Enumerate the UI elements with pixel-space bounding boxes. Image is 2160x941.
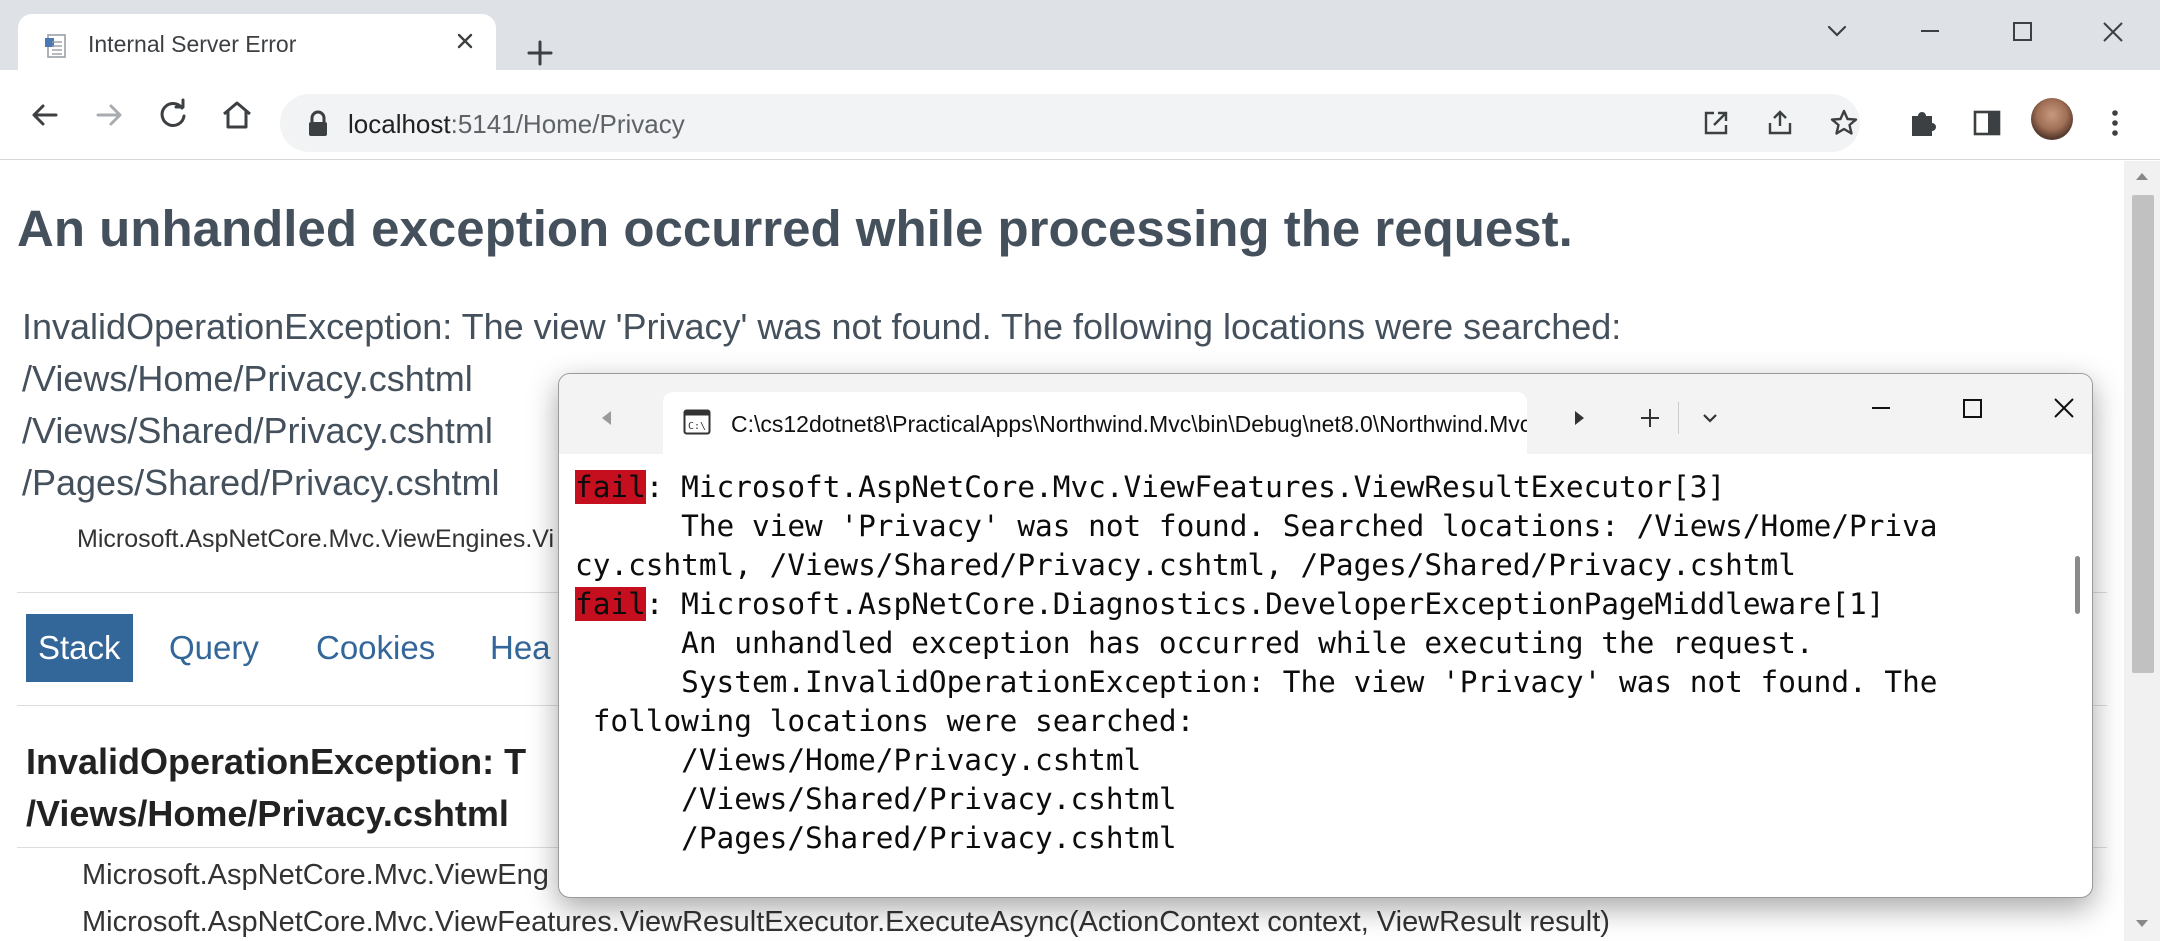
- terminal-icon: C:\: [683, 409, 711, 435]
- terminal-line-text: System.InvalidOperationException: The vi…: [575, 665, 1938, 699]
- reload-icon[interactable]: [152, 94, 194, 136]
- tab-headers[interactable]: Hea: [478, 614, 563, 682]
- terminal-line: fail: Microsoft.AspNetCore.Diagnostics.D…: [575, 585, 1938, 624]
- exception-header[interactable]: InvalidOperationException: T /Views/Home…: [26, 736, 526, 840]
- terminal-line: The view 'Privacy' was not found. Search…: [575, 507, 1938, 546]
- terminal-dropdown-icon[interactable]: [1690, 398, 1730, 438]
- forward-icon[interactable]: [88, 94, 130, 136]
- maximize-icon[interactable]: [1998, 14, 2046, 50]
- page-scrollbar[interactable]: [2124, 161, 2160, 941]
- terminal-line: following locations were searched:: [575, 702, 1938, 741]
- page-icon: [45, 34, 66, 58]
- new-terminal-tab-icon[interactable]: [1630, 398, 1670, 438]
- terminal-line: System.InvalidOperationException: The vi…: [575, 663, 1938, 702]
- terminal-line-text: cy.cshtml, /Views/Shared/Privacy.cshtml,…: [575, 548, 1796, 582]
- tab-cookies[interactable]: Cookies: [304, 614, 447, 682]
- tab-search-icon[interactable]: [1813, 14, 1861, 50]
- scroll-down-icon[interactable]: [2135, 919, 2149, 929]
- terminal-titlebar[interactable]: C:\ C:\cs12dotnet8\PracticalApps\Northwi…: [559, 374, 2092, 454]
- address-toolbar: localhost:5141/Home/Privacy: [0, 70, 2160, 160]
- new-tab-icon[interactable]: [521, 34, 559, 72]
- error-source: Microsoft.AspNetCore.Mvc.ViewEngines.Vi: [77, 525, 555, 553]
- profile-avatar[interactable]: [2031, 98, 2073, 140]
- log-level-badge: fail: [575, 587, 646, 621]
- terminal-line-text: /Views/Shared/Privacy.cshtml: [575, 782, 1177, 816]
- url-path: :5141/Home/Privacy: [450, 109, 685, 139]
- lock-icon[interactable]: [306, 110, 330, 138]
- error-message-line: InvalidOperationException: The view 'Pri…: [22, 306, 1622, 347]
- address-bar[interactable]: localhost:5141/Home/Privacy: [280, 94, 1860, 152]
- home-icon[interactable]: [216, 94, 258, 136]
- scroll-up-icon[interactable]: [2135, 171, 2149, 181]
- terminal-line-text: An unhandled exception has occurred whil…: [575, 626, 1814, 660]
- share-icon[interactable]: [1764, 107, 1796, 139]
- open-in-app-icon[interactable]: [1700, 107, 1732, 139]
- stack-frame[interactable]: Microsoft.AspNetCore.Mvc.ViewEng: [82, 859, 549, 892]
- terminal-window[interactable]: C:\ C:\cs12dotnet8\PracticalApps\Northwi…: [558, 373, 2093, 898]
- tab-title: Internal Server Error: [88, 31, 297, 57]
- url-text[interactable]: localhost:5141/Home/Privacy: [348, 109, 685, 140]
- back-icon[interactable]: [24, 94, 66, 136]
- terminal-minimize-icon[interactable]: [1861, 388, 1901, 428]
- side-panel-icon[interactable]: [1968, 104, 2006, 142]
- page-title: An unhandled exception occurred while pr…: [17, 200, 1573, 257]
- toolbar-divider: [1678, 402, 1679, 434]
- terminal-line: fail: Microsoft.AspNetCore.Mvc.ViewFeatu…: [575, 468, 1938, 507]
- bookmark-star-icon[interactable]: [1828, 107, 1860, 139]
- stack-frame[interactable]: Microsoft.AspNetCore.Mvc.ViewFeatures.Vi…: [82, 906, 1610, 939]
- scroll-tabs-right-icon[interactable]: [1559, 398, 1599, 438]
- terminal-line-text: following locations were searched:: [575, 704, 1195, 738]
- terminal-line: /Views/Shared/Privacy.cshtml: [575, 780, 1938, 819]
- terminal-scroll-thumb[interactable]: [2075, 556, 2080, 614]
- svg-text:C:\: C:\: [688, 421, 706, 432]
- url-host: localhost: [348, 109, 451, 139]
- terminal-line-text: The view 'Privacy' was not found. Search…: [575, 509, 1938, 543]
- terminal-line-text: : Microsoft.AspNetCore.Diagnostics.Devel…: [645, 587, 1885, 621]
- terminal-line: cy.cshtml, /Views/Shared/Privacy.cshtml,…: [575, 546, 1938, 585]
- terminal-close-icon[interactable]: [2044, 388, 2084, 428]
- tab-stack[interactable]: Stack: [26, 614, 133, 682]
- scroll-thumb[interactable]: [2132, 195, 2154, 673]
- terminal-line: An unhandled exception has occurred whil…: [575, 624, 1938, 663]
- terminal-line-text: /Views/Home/Privacy.cshtml: [575, 743, 1142, 777]
- terminal-line-text: /Pages/Shared/Privacy.cshtml: [575, 821, 1177, 855]
- exception-header-line: /Views/Home/Privacy.cshtml: [26, 793, 509, 834]
- browser-tab-strip: Internal Server Error: [0, 0, 2160, 70]
- minimize-icon[interactable]: [1906, 14, 1954, 50]
- terminal-line: /Pages/Shared/Privacy.cshtml: [575, 819, 1938, 858]
- terminal-line: /Views/Home/Privacy.cshtml: [575, 741, 1938, 780]
- close-tab-icon[interactable]: [450, 26, 480, 56]
- close-window-icon[interactable]: [2089, 14, 2137, 50]
- terminal-maximize-icon[interactable]: [1952, 388, 1992, 428]
- browser-tab[interactable]: Internal Server Error: [18, 14, 496, 70]
- terminal-tab[interactable]: C:\ C:\cs12dotnet8\PracticalApps\Northwi…: [663, 392, 1527, 454]
- log-level-badge: fail: [575, 470, 646, 504]
- extensions-icon[interactable]: [1904, 104, 1942, 142]
- tab-query[interactable]: Query: [157, 614, 271, 682]
- scroll-tabs-left-icon[interactable]: [587, 398, 627, 438]
- exception-header-line: InvalidOperationException: T: [26, 741, 527, 782]
- terminal-title: C:\cs12dotnet8\PracticalApps\Northwind.M…: [731, 411, 1527, 437]
- terminal-output[interactable]: fail: Microsoft.AspNetCore.Mvc.ViewFeatu…: [575, 468, 1938, 858]
- terminal-line-text: : Microsoft.AspNetCore.Mvc.ViewFeatures.…: [645, 470, 1726, 504]
- more-menu-icon[interactable]: [2096, 104, 2134, 142]
